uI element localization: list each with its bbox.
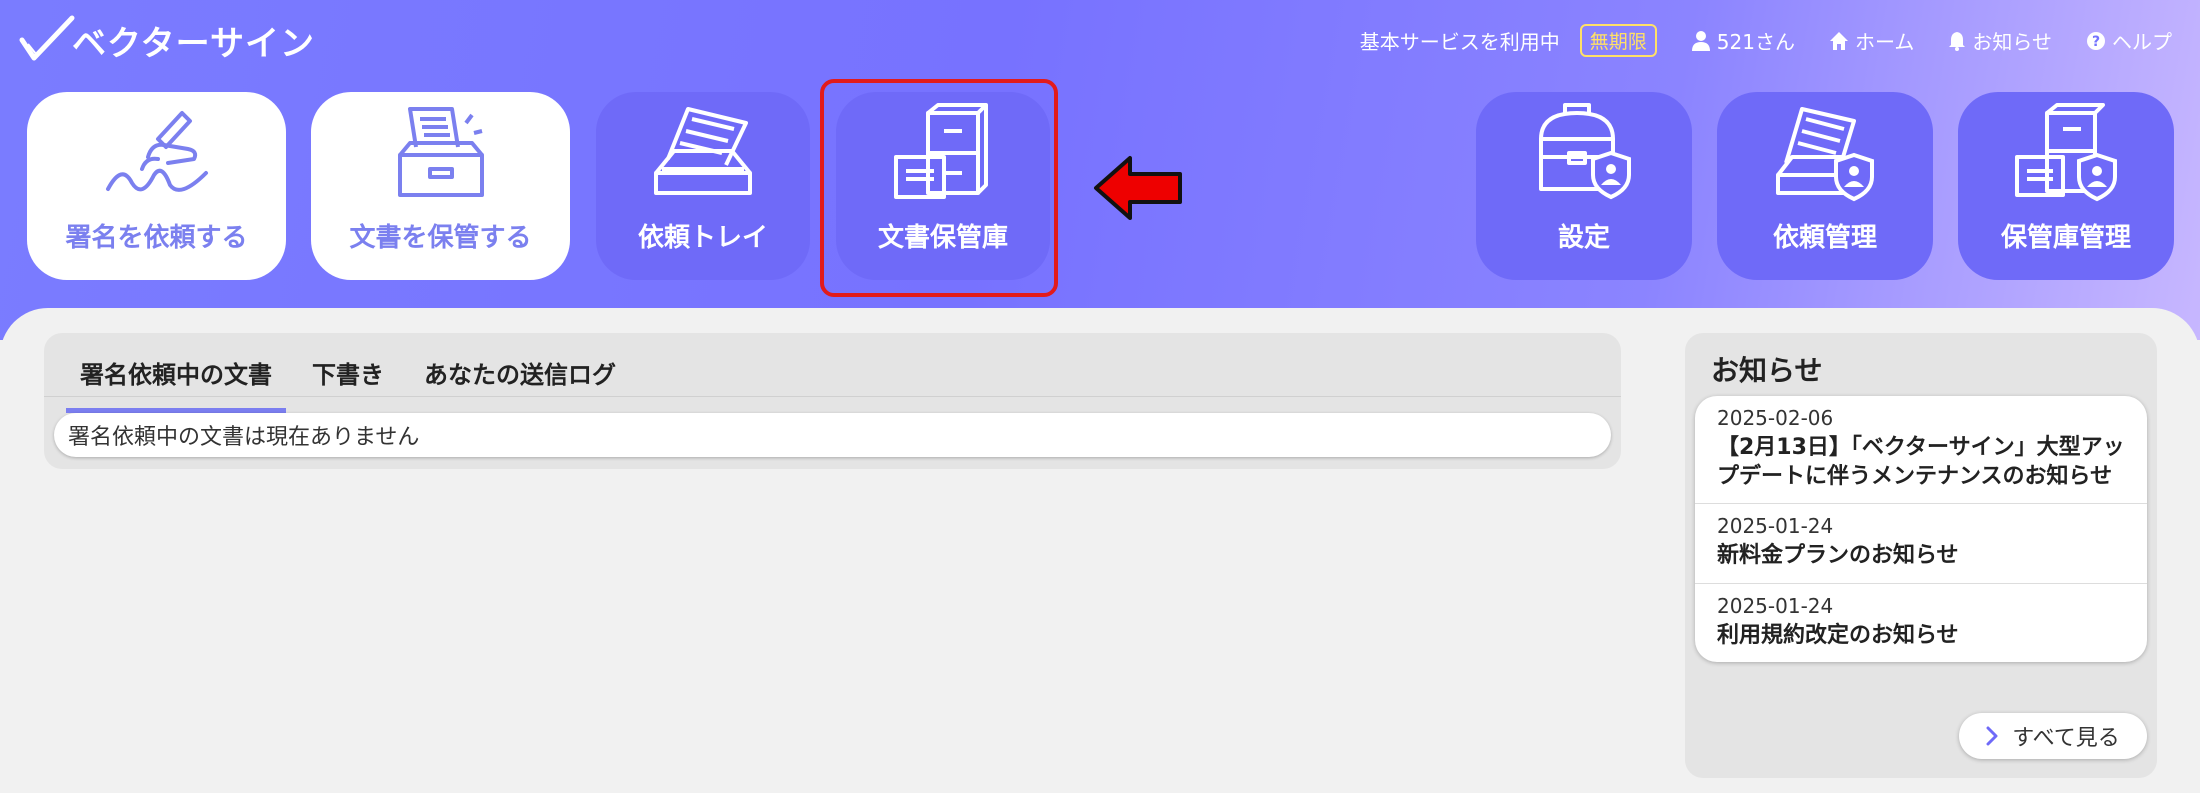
tray-shield-icon (1776, 107, 1874, 202)
app-logo-text: ベクターサイン (72, 23, 315, 64)
request-management-tile[interactable]: 依頼管理 (1717, 92, 1933, 280)
plan-badge: 無期限 (1579, 24, 1657, 57)
see-all-button[interactable]: すべて見る (1959, 713, 2147, 759)
user-menu[interactable]: 521さん (1691, 26, 1795, 55)
help-link[interactable]: ? ヘルプ (2086, 26, 2172, 55)
tab-drafts[interactable]: 下書き (298, 341, 398, 413)
home-link[interactable]: ホーム (1829, 26, 1914, 55)
news-panel: お知らせ 2025-02-06 【2月13日】「ベクターサイン」大型アップデート… (1685, 333, 2157, 778)
tab-requesting-signature[interactable]: 署名依頼中の文書 (66, 341, 286, 413)
service-status-text: 基本サービスを利用中 (1359, 30, 1560, 54)
user-icon (1691, 30, 1710, 51)
news-date: 2025-01-24 (1717, 593, 1834, 618)
news-date: 2025-01-24 (1717, 514, 1834, 539)
request-management-label: 依頼管理 (1772, 223, 1877, 253)
settings-label: 設定 (1557, 223, 1610, 253)
store-document-tile[interactable]: 文書を保管する (311, 92, 570, 280)
toolbox-shield-icon (1539, 103, 1631, 200)
empty-documents-message: 署名依頼中の文書は現在ありません (54, 413, 1611, 457)
checkmark-logo-icon (19, 15, 75, 61)
news-text: 【2月13日】「ベクターサイン」大型アップデートに伴うメンテナンスのお知らせ (1717, 435, 2125, 489)
notices-link[interactable]: お知らせ (1948, 26, 2052, 55)
document-box-icon (397, 107, 484, 197)
news-date: 2025-02-06 (1717, 406, 1834, 430)
see-all-label: すべて見る (2012, 726, 2120, 751)
news-text: 新料金プランのお知らせ (1717, 543, 1959, 569)
request-tray-label: 依頼トレイ (637, 223, 768, 253)
bell-icon (1949, 31, 1966, 51)
news-item[interactable]: 2025-02-06 【2月13日】「ベクターサイン」大型アップデートに伴うメン… (1695, 396, 2147, 503)
red-arrow-icon (1094, 156, 1182, 220)
news-item[interactable]: 2025-01-24 利用規約改定のお知らせ (1695, 582, 2147, 663)
help-icon: ? (2087, 31, 2105, 50)
news-text: 利用規約改定のお知らせ (1717, 622, 1959, 648)
chevron-right-icon (1986, 726, 1998, 746)
tab-sent-log[interactable]: あなたの送信ログ (410, 341, 630, 413)
highlight-box (820, 79, 1058, 297)
user-name: 521さん (1716, 30, 1795, 54)
vault-management-label: 保管庫管理 (2000, 223, 2131, 253)
request-signature-tile[interactable]: 署名を依頼する (27, 92, 286, 280)
documents-panel: 署名依頼中の文書 下書き あなたの送信ログ 署名依頼中の文書は現在ありません (44, 333, 1621, 469)
service-status: 基本サービスを利用中 無期限 (1360, 24, 1657, 57)
svg-text:?: ? (2092, 34, 2100, 50)
tab-divider (44, 396, 1621, 397)
home-label: ホーム (1854, 30, 1915, 54)
news-list: 2025-02-06 【2月13日】「ベクターサイン」大型アップデートに伴うメン… (1695, 396, 2147, 663)
home-icon (1829, 31, 1848, 50)
request-tray-tile[interactable]: 依頼トレイ (596, 92, 810, 280)
vault-management-tile[interactable]: 保管庫管理 (1958, 92, 2174, 280)
notices-label: お知らせ (1972, 30, 2052, 54)
signing-hand-icon (105, 111, 208, 192)
store-document-label: 文書を保管する (349, 223, 532, 253)
news-title: お知らせ (1711, 354, 1823, 387)
top-navigation: 基本サービスを利用中 無期限 521さん ホーム お知らせ ? ヘルプ (1360, 24, 2172, 57)
request-signature-label: 署名を依頼する (65, 223, 248, 253)
tray-icon (654, 107, 752, 195)
app-logo[interactable]: ベクターサイン (18, 14, 315, 66)
documents-tabs: 署名依頼中の文書 下書き あなたの送信ログ (66, 341, 642, 413)
news-item[interactable]: 2025-01-24 新料金プランのお知らせ (1695, 503, 2147, 583)
cabinet-shield-icon (2015, 103, 2117, 202)
help-label: ヘルプ (2112, 30, 2172, 54)
settings-tile[interactable]: 設定 (1476, 92, 1692, 280)
